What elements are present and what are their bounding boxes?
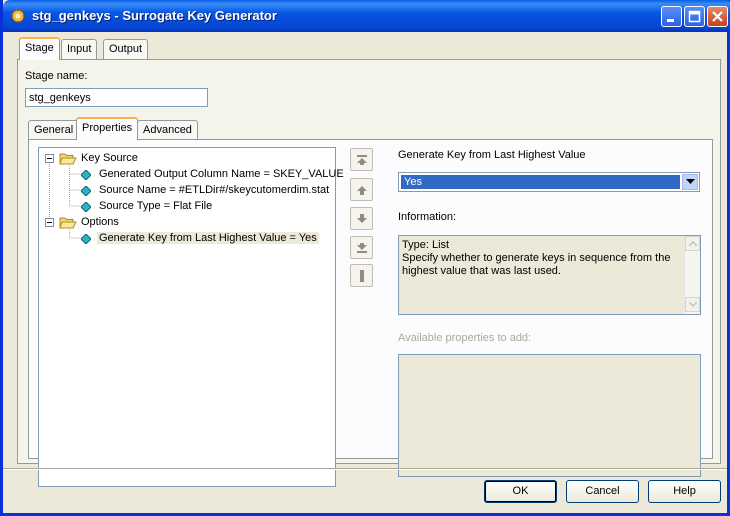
information-scrollbar[interactable]	[684, 236, 700, 314]
available-properties-label: Available properties to add:	[398, 332, 532, 344]
title-bar[interactable]: stg_genkeys - Surrogate Key Generator	[3, 0, 730, 32]
collapse-icon[interactable]	[45, 218, 54, 227]
move-top-icon	[357, 155, 367, 165]
stage-name-label: Stage name:	[25, 70, 88, 82]
cancel-button-label: Cancel	[585, 485, 620, 497]
tree-item[interactable]: Generated Output Column Name = SKEY_VALU…	[39, 167, 344, 183]
tree-group-key-source[interactable]: Key Source	[39, 151, 335, 167]
tab-properties-label: Properties	[82, 122, 133, 134]
information-label: Information:	[398, 211, 457, 223]
move-down-icon	[357, 214, 367, 223]
tree-item-label: Generated Output Column Name = SKEY_VALU…	[99, 168, 344, 180]
move-top-button[interactable]	[350, 148, 373, 171]
minimize-icon	[667, 19, 674, 22]
tab-stage[interactable]: Stage	[19, 37, 60, 60]
close-button[interactable]	[707, 6, 728, 27]
dialog-window: stg_genkeys - Surrogate Key Generator St…	[0, 0, 730, 516]
tab-general-label: General	[34, 124, 74, 136]
tab-general[interactable]: General	[28, 120, 80, 141]
scroll-up-button[interactable]	[685, 236, 700, 251]
help-button-label: Help	[673, 485, 696, 497]
properties-bar-icon	[360, 270, 364, 282]
ok-button[interactable]: OK	[484, 480, 557, 503]
scroll-down-button[interactable]	[685, 297, 700, 312]
maximize-button[interactable]	[684, 6, 705, 27]
property-value-selected: Yes	[401, 175, 680, 189]
move-up-icon	[357, 186, 367, 195]
tab-output[interactable]: Output	[103, 39, 149, 60]
dropdown-button[interactable]	[682, 174, 698, 190]
tab-input-label: Input	[67, 43, 92, 55]
close-icon	[712, 11, 723, 22]
folder-open-icon	[59, 217, 77, 229]
properties-tree[interactable]: Key Source Generated Output Column Name …	[38, 147, 344, 487]
move-down-button[interactable]	[350, 207, 373, 230]
tree-group-label: Key Source	[81, 152, 138, 164]
information-text: Type: List Specify whether to generate k…	[402, 239, 685, 278]
folder-open-icon	[59, 153, 77, 165]
property-name-label: Generate Key from Last Highest Value	[398, 149, 586, 161]
move-bottom-button[interactable]	[350, 236, 373, 259]
cancel-button[interactable]: Cancel	[566, 480, 639, 503]
ok-button-label: OK	[512, 485, 529, 497]
tree-item-label: Source Name = #ETLDir#/skeycutomerdim.st…	[99, 184, 330, 196]
property-diamond-icon	[81, 186, 91, 196]
property-diamond-icon	[81, 202, 91, 212]
info-type: Type: List	[402, 239, 450, 251]
chevron-down-icon	[686, 179, 695, 184]
tab-output-label: Output	[109, 43, 143, 55]
bottom-separator	[3, 468, 727, 470]
maximize-icon	[688, 10, 701, 23]
info-description: Specify whether to generate keys in sequ…	[402, 252, 671, 277]
tree-item[interactable]: Source Type = Flat File	[39, 199, 335, 215]
tab-properties[interactable]: Properties	[76, 117, 139, 140]
tree-item-label: Generate Key from Last Highest Value = Y…	[97, 232, 319, 244]
tree-group-label: Options	[81, 216, 119, 228]
stage-name-field[interactable]: stg_genkeys	[25, 88, 208, 107]
tab-advanced-label: Advanced	[143, 124, 192, 136]
window-title: stg_genkeys - Surrogate Key Generator	[32, 8, 277, 23]
chevron-up-icon	[689, 241, 697, 246]
stage-app-icon	[10, 8, 26, 24]
stage-name-value: stg_genkeys	[29, 92, 91, 104]
property-diamond-icon	[81, 170, 91, 180]
minimize-button[interactable]	[661, 6, 682, 27]
property-value-select[interactable]: Yes	[398, 172, 700, 192]
property-diamond-icon	[81, 234, 91, 244]
collapse-icon[interactable]	[45, 154, 54, 163]
properties-bar-button[interactable]	[350, 264, 373, 287]
tab-advanced[interactable]: Advanced	[137, 120, 198, 141]
tree-item[interactable]: Source Name = #ETLDir#/skeycutomerdim.st…	[39, 183, 335, 199]
chevron-down-icon	[689, 302, 697, 307]
tree-group-options[interactable]: Options	[39, 215, 335, 231]
tree-item-selected[interactable]: Generate Key from Last Highest Value = Y…	[39, 231, 335, 247]
tab-stage-label: Stage	[25, 42, 54, 54]
information-box: Type: List Specify whether to generate k…	[398, 235, 701, 315]
move-up-button[interactable]	[350, 178, 373, 201]
move-bottom-icon	[357, 243, 367, 253]
help-button[interactable]: Help	[648, 480, 721, 503]
tree-item-label: Source Type = Flat File	[99, 200, 213, 212]
available-properties-list[interactable]	[398, 354, 701, 477]
tab-input[interactable]: Input	[61, 39, 98, 60]
